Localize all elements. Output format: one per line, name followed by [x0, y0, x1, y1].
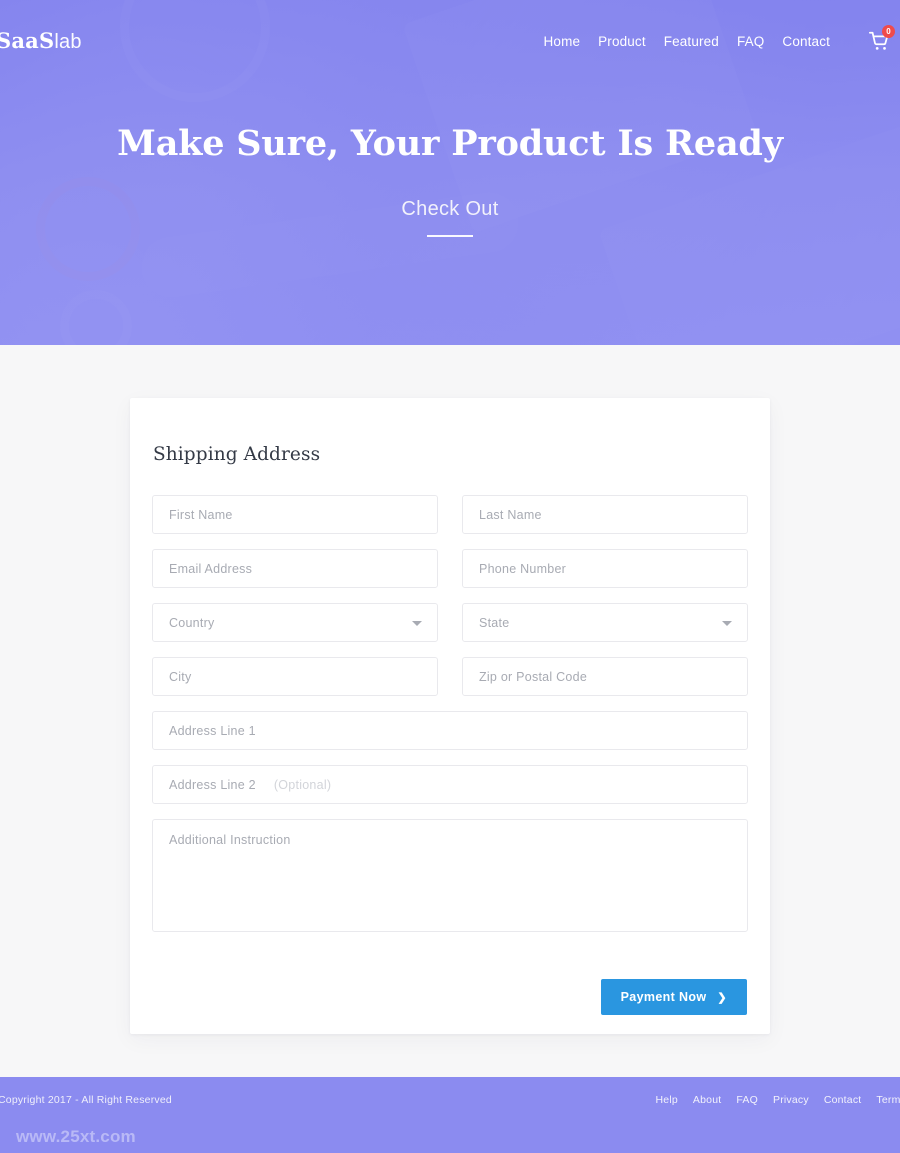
payment-now-button[interactable]: Payment Now ❯: [600, 979, 747, 1015]
site-logo[interactable]: SaaSlab: [0, 28, 82, 54]
shipping-address-form: First Name Last Name Email Address Phone…: [152, 495, 748, 1015]
form-row-name: First Name Last Name: [152, 495, 748, 534]
nav-item-product[interactable]: Product: [598, 34, 646, 49]
zip-placeholder: Zip or Postal Code: [479, 669, 588, 684]
logo-text-secondary: lab: [54, 31, 82, 53]
form-row-instruction: Additional Instruction: [152, 819, 748, 932]
nav-item-contact[interactable]: Contact: [782, 34, 830, 49]
state-select[interactable]: State: [462, 603, 748, 642]
payment-now-label: Payment Now: [620, 990, 707, 1004]
state-placeholder: State: [479, 615, 510, 630]
nav-item-featured[interactable]: Featured: [664, 34, 719, 49]
footer-copyright: Copyright 2017 - All Right Reserved: [0, 1094, 172, 1106]
nav-item-home[interactable]: Home: [544, 34, 581, 49]
hero-subtitle: Check Out: [401, 197, 499, 220]
additional-instruction-textarea[interactable]: Additional Instruction: [152, 819, 748, 932]
main-navigation: SaaSlab Home Product Featured FAQ Contac…: [0, 0, 900, 82]
chevron-down-icon: [412, 620, 422, 626]
country-placeholder: Country: [169, 615, 215, 630]
phone-placeholder: Phone Number: [479, 561, 567, 576]
footer-links: Help About FAQ Privacy Contact Terms: [656, 1094, 900, 1106]
hero-divider: [427, 234, 473, 237]
zip-input[interactable]: Zip or Postal Code: [462, 657, 748, 696]
nav-item-faq[interactable]: FAQ: [737, 34, 764, 49]
address-line-2-input[interactable]: Address Line 2 (Optional): [152, 765, 748, 804]
footer-link-help[interactable]: Help: [656, 1094, 678, 1106]
card-title: Shipping Address: [153, 444, 321, 465]
address-line-2-placeholder: Address Line 2: [169, 777, 256, 792]
chevron-down-icon: [722, 620, 732, 626]
email-input[interactable]: Email Address: [152, 549, 438, 588]
footer-link-contact[interactable]: Contact: [824, 1094, 862, 1106]
city-input[interactable]: City: [152, 657, 438, 696]
first-name-placeholder: First Name: [169, 507, 233, 522]
address-line-2-optional-label: (Optional): [273, 777, 332, 792]
form-row-city-zip: City Zip or Postal Code: [152, 657, 748, 696]
form-row-region: Country State: [152, 603, 748, 642]
email-placeholder: Email Address: [169, 561, 253, 576]
logo-text-primary: SaaS: [0, 28, 55, 53]
main-content: Shipping Address First Name Last Name Em…: [0, 345, 900, 1077]
cart-badge: 0: [882, 25, 895, 38]
address-line-1-input[interactable]: Address Line 1: [152, 711, 748, 750]
footer-link-about[interactable]: About: [693, 1094, 721, 1106]
footer-link-faq[interactable]: FAQ: [736, 1094, 758, 1106]
phone-input[interactable]: Phone Number: [462, 549, 748, 588]
last-name-placeholder: Last Name: [479, 507, 542, 522]
country-select[interactable]: Country: [152, 603, 438, 642]
hero-title: Make Sure, Your Product Is Ready: [117, 122, 783, 164]
nav-links: Home Product Featured FAQ Contact 0: [544, 25, 895, 52]
first-name-input[interactable]: First Name: [152, 495, 438, 534]
shipping-address-card: Shipping Address First Name Last Name Em…: [130, 398, 770, 1034]
city-placeholder: City: [169, 669, 192, 684]
address-line-1-placeholder: Address Line 1: [169, 723, 256, 738]
cart-button[interactable]: 0: [868, 25, 895, 52]
form-row-contact: Email Address Phone Number: [152, 549, 748, 588]
form-actions: Payment Now ❯: [152, 979, 748, 1015]
form-row-address1: Address Line 1: [152, 711, 748, 750]
site-footer: Copyright 2017 - All Right Reserved Help…: [0, 1077, 900, 1153]
form-row-address2: Address Line 2 (Optional): [152, 765, 748, 804]
last-name-input[interactable]: Last Name: [462, 495, 748, 534]
hero-section: SaaSlab Home Product Featured FAQ Contac…: [0, 0, 900, 345]
footer-link-terms[interactable]: Terms: [876, 1094, 900, 1106]
chevron-right-icon: ❯: [717, 991, 727, 1004]
footer-link-privacy[interactable]: Privacy: [773, 1094, 809, 1106]
footer-bar: Copyright 2017 - All Right Reserved Help…: [0, 1077, 900, 1123]
watermark: www.25xt.com: [16, 1127, 136, 1146]
additional-instruction-placeholder: Additional Instruction: [169, 833, 291, 847]
